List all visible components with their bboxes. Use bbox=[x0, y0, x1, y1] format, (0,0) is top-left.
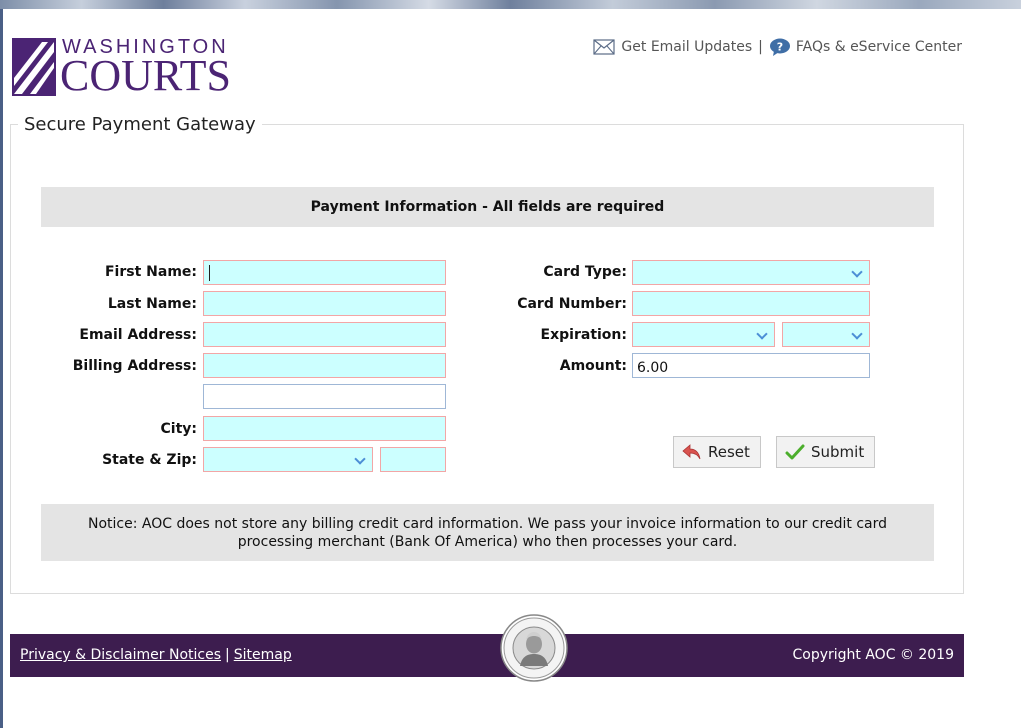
city-input[interactable] bbox=[203, 416, 446, 441]
left-edge-bar bbox=[0, 9, 3, 728]
amount-input[interactable]: 6.00 bbox=[632, 353, 870, 378]
logo-line-2: COURTS bbox=[60, 51, 231, 100]
faqs-eservice-link[interactable]: FAQs & eService Center bbox=[796, 39, 962, 55]
expiration-year-select[interactable] bbox=[782, 322, 870, 347]
header-links: Get Email Updates | ? FAQs & eService Ce… bbox=[593, 38, 962, 56]
card-number-input[interactable] bbox=[632, 291, 870, 316]
sitemap-link[interactable]: Sitemap bbox=[234, 647, 292, 663]
billing-address-line2-input[interactable] bbox=[203, 384, 446, 409]
state-zip-label: State & Zip: bbox=[102, 452, 197, 468]
billing-address-line1-input[interactable] bbox=[203, 353, 446, 378]
submit-button[interactable]: Submit bbox=[776, 436, 876, 468]
amount-label: Amount: bbox=[559, 358, 627, 374]
zip-input[interactable] bbox=[380, 447, 446, 472]
courts-emblem-icon bbox=[12, 38, 56, 96]
question-bubble-icon: ? bbox=[769, 38, 790, 56]
last-name-input[interactable] bbox=[203, 291, 446, 316]
reset-button[interactable]: Reset bbox=[673, 436, 761, 468]
page-footer: Privacy & Disclaimer Notices | Sitemap Cop… bbox=[10, 634, 964, 677]
card-type-select[interactable] bbox=[632, 260, 870, 285]
first-name-label: First Name: bbox=[104, 264, 197, 280]
submit-button-label: Submit bbox=[811, 443, 865, 461]
expiration-month-select[interactable] bbox=[632, 322, 775, 347]
privacy-disclaimer-link[interactable]: Privacy & Disclaimer Notices bbox=[20, 647, 221, 663]
svg-text:?: ? bbox=[777, 41, 783, 54]
gateway-title: Secure Payment Gateway bbox=[18, 114, 262, 135]
washington-courts-logo[interactable]: WASHINGTON COURTS bbox=[12, 36, 252, 98]
email-address-label: Email Address: bbox=[79, 327, 197, 343]
expiration-label: Expiration: bbox=[540, 327, 627, 343]
card-type-label: Card Type: bbox=[543, 264, 627, 280]
city-label: City: bbox=[160, 421, 198, 437]
footer-separator: | bbox=[225, 647, 230, 663]
envelope-icon bbox=[593, 39, 616, 55]
email-address-input[interactable] bbox=[203, 322, 446, 347]
header-separator: | bbox=[758, 39, 763, 55]
state-select[interactable] bbox=[203, 447, 373, 472]
payment-info-heading: Payment Information - All fields are req… bbox=[41, 187, 934, 227]
checkmark-icon bbox=[785, 444, 805, 460]
undo-arrow-icon bbox=[682, 444, 701, 460]
state-seal-icon bbox=[500, 614, 568, 682]
first-name-input[interactable] bbox=[203, 260, 446, 285]
copyright-text: Copyright AOC © 2019 bbox=[792, 647, 954, 663]
text-cursor bbox=[209, 265, 210, 281]
last-name-label: Last Name: bbox=[107, 296, 197, 312]
card-number-label: Card Number: bbox=[517, 296, 627, 312]
reset-button-label: Reset bbox=[708, 443, 750, 461]
billing-address-label: Billing Address: bbox=[72, 358, 197, 374]
email-updates-link[interactable]: Get Email Updates bbox=[621, 39, 752, 55]
billing-notice: Notice: AOC does not store any billing c… bbox=[41, 504, 934, 561]
footer-links: Privacy & Disclaimer Notices | Sitemap bbox=[20, 647, 292, 663]
browser-banner-strip bbox=[0, 0, 1021, 9]
